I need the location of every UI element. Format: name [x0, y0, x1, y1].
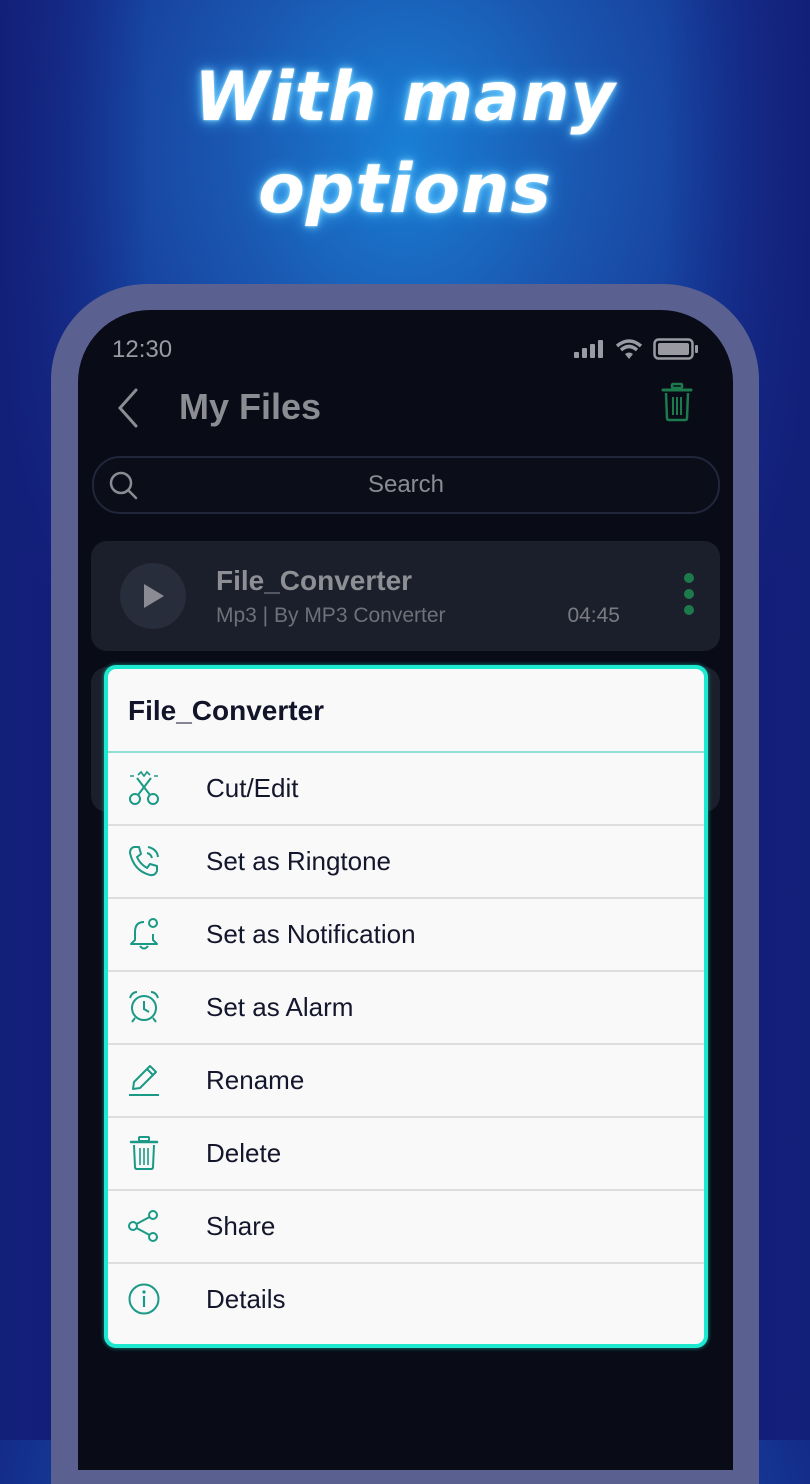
- delete-all-button[interactable]: [661, 382, 693, 427]
- wifi-icon: [615, 339, 643, 359]
- pencil-icon: [129, 1065, 159, 1096]
- file-name: File_Converter: [216, 565, 413, 596]
- menu-item-set-alarm[interactable]: Set as Alarm: [108, 972, 704, 1045]
- trash-icon: [129, 1136, 159, 1170]
- status-time: 12:30: [112, 336, 173, 363]
- share-icon: [128, 1210, 158, 1242]
- headline-line-1: With many: [194, 58, 616, 137]
- dialog-title: File_Converter: [108, 669, 704, 753]
- more-vert-icon: [684, 573, 694, 583]
- menu-item-label: Set as Ringtone: [206, 846, 392, 876]
- menu-item-label: Details: [206, 1284, 286, 1314]
- play-button[interactable]: [120, 563, 186, 629]
- info-icon: [128, 1283, 160, 1315]
- menu-item-cut-edit[interactable]: Cut/Edit: [108, 753, 704, 826]
- menu-item-delete[interactable]: Delete: [108, 1118, 704, 1191]
- menu-item-set-ringtone[interactable]: Set as Ringtone: [108, 826, 704, 899]
- chevron-left-icon: [117, 388, 138, 428]
- back-button[interactable]: [114, 386, 144, 430]
- promo-headline: With many options: [0, 52, 810, 236]
- menu-item-label: Delete: [206, 1138, 282, 1168]
- alarm-clock-icon: [129, 991, 159, 1023]
- menu-item-rename[interactable]: Rename: [108, 1045, 704, 1118]
- menu-item-label: Share: [206, 1211, 276, 1241]
- menu-item-label: Set as Alarm: [206, 992, 354, 1022]
- file-meta: Mp3 | By MP3 Converter: [216, 604, 446, 627]
- page-title: My Files: [179, 386, 322, 427]
- menu-item-share[interactable]: Share: [108, 1191, 704, 1264]
- menu-item-details[interactable]: Details: [108, 1264, 704, 1337]
- trash-icon: [661, 382, 693, 422]
- search-bar[interactable]: Search: [92, 456, 720, 514]
- file-duration: 04:45: [567, 604, 620, 627]
- search-input[interactable]: Search: [94, 471, 718, 499]
- headline-line-2: options: [258, 150, 552, 229]
- more-vert-dot: [684, 605, 694, 615]
- menu-item-set-notification[interactable]: Set as Notification: [108, 899, 704, 972]
- menu-item-label: Rename: [206, 1065, 305, 1095]
- more-vert-dot: [684, 589, 694, 599]
- file-options-dialog: File_Converter Cut/Edit Set as Ringtone …: [104, 665, 708, 1348]
- phone-ring-icon: [129, 846, 159, 877]
- signal-icon: [574, 340, 603, 358]
- menu-item-label: Set as Notification: [206, 919, 416, 949]
- battery-icon: [653, 338, 698, 360]
- scissors-icon: [129, 770, 159, 805]
- menu-item-label: Cut/Edit: [206, 773, 299, 803]
- play-icon: [144, 584, 164, 608]
- status-icons: [573, 338, 699, 360]
- more-options-button[interactable]: [682, 573, 696, 619]
- bell-icon: [130, 918, 158, 950]
- file-list-item[interactable]: File_Converter Mp3 | By MP3 Converter 04…: [91, 541, 720, 651]
